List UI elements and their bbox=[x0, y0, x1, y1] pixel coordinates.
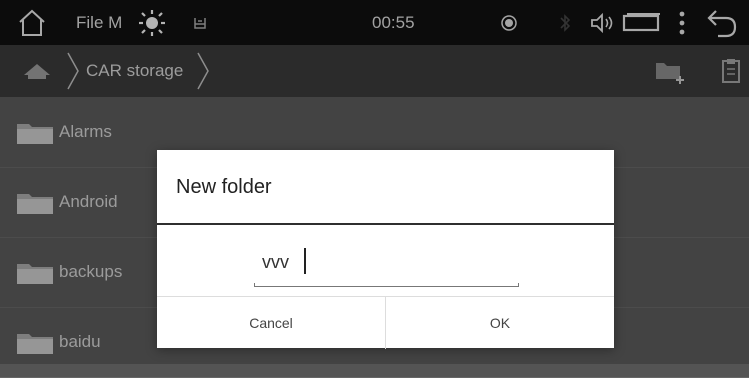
folder-name-input[interactable] bbox=[254, 242, 527, 282]
cancel-button[interactable]: Cancel bbox=[157, 297, 385, 349]
dialog-title-divider bbox=[157, 223, 614, 225]
ok-button[interactable]: OK bbox=[386, 297, 614, 349]
new-folder-dialog: New folder Cancel OK bbox=[157, 150, 614, 349]
dialog-button-row: Cancel OK bbox=[157, 296, 614, 349]
text-cursor bbox=[304, 248, 306, 274]
input-underline bbox=[254, 283, 519, 287]
dialog-title: New folder bbox=[176, 175, 272, 198]
